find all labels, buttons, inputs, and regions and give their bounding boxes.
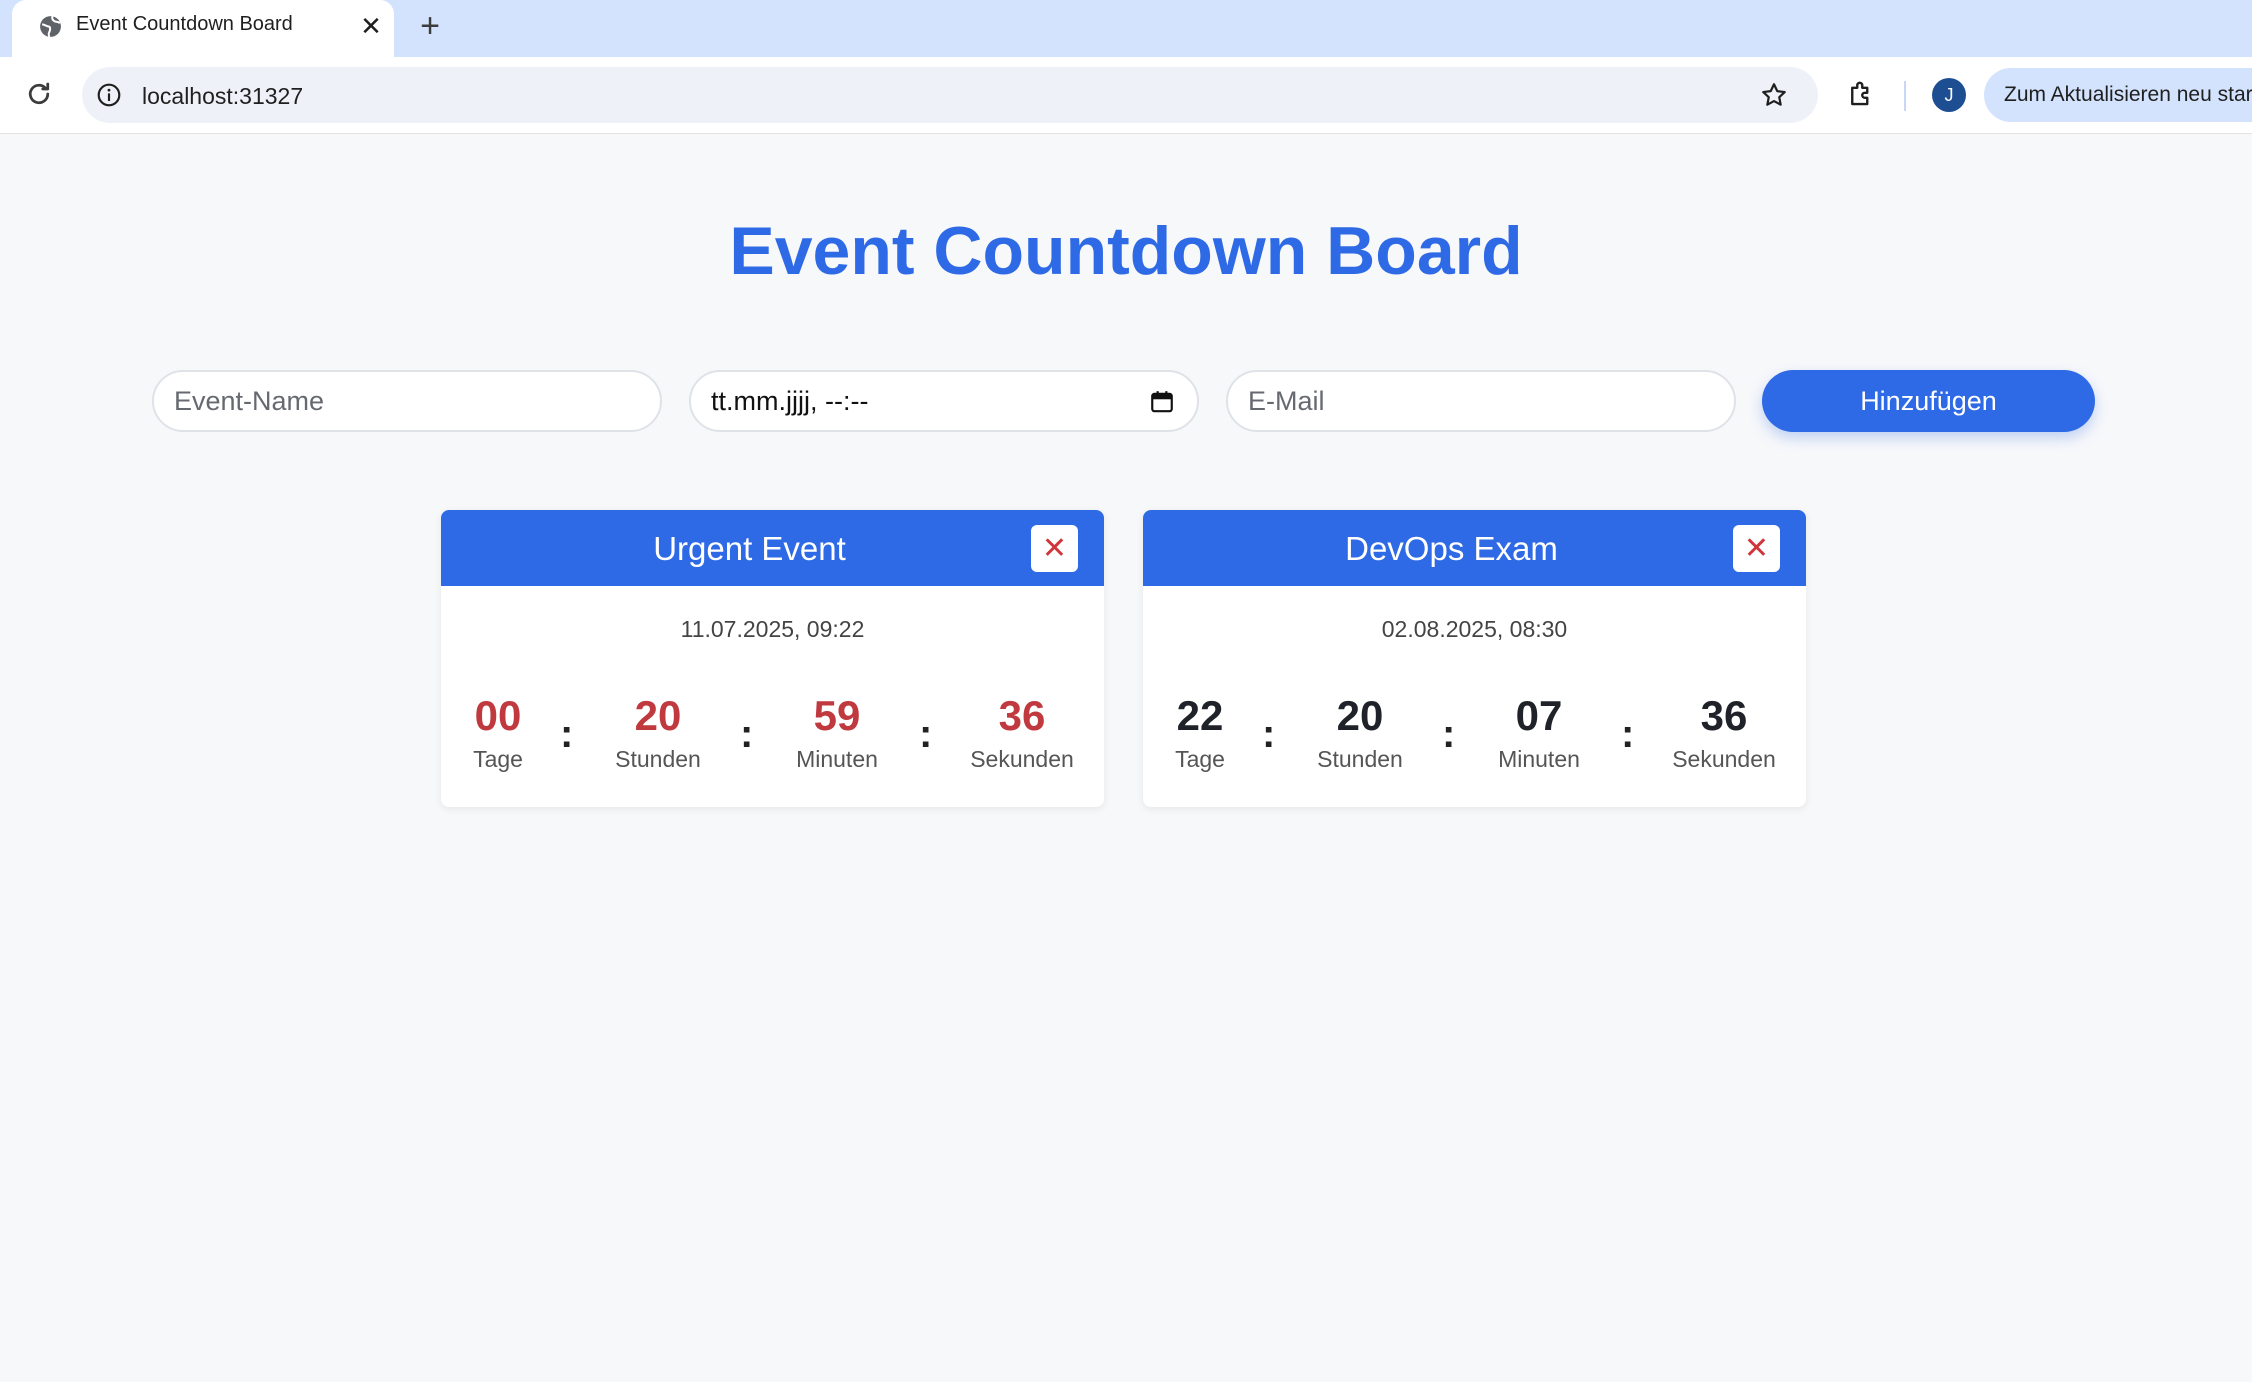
browser-tab[interactable]: Event Countdown Board ✕ bbox=[12, 0, 394, 57]
countdown-days: 22 Tage bbox=[1155, 692, 1245, 773]
days-label: Tage bbox=[473, 746, 523, 772]
remove-event-button[interactable]: ✕ bbox=[1031, 525, 1078, 572]
browser-toolbar: localhost:31327 J Zum Aktualisieren neu … bbox=[0, 57, 2252, 134]
update-label: Zum Aktualisieren neu starten bbox=[2004, 83, 2252, 106]
days-value: 00 bbox=[474, 692, 522, 739]
countdown-seconds: 36 Sekunden bbox=[1654, 692, 1794, 773]
event-card: Urgent Event ✕ 11.07.2025, 09:22 00 Tage… bbox=[441, 510, 1104, 807]
event-datetime-input[interactable]: tt.mm.jjjj, --:-- bbox=[689, 370, 1199, 432]
hours-value: 20 bbox=[634, 692, 682, 739]
email-placeholder: E-Mail bbox=[1248, 385, 1325, 416]
minutes-value: 07 bbox=[1515, 692, 1563, 739]
bookmark-star-icon[interactable] bbox=[1760, 81, 1788, 109]
event-card: DevOps Exam ✕ 02.08.2025, 08:30 22 Tage … bbox=[1143, 510, 1806, 807]
new-tab-button[interactable]: + bbox=[410, 6, 450, 46]
event-title: Urgent Event bbox=[653, 530, 846, 567]
address-bar[interactable]: localhost:31327 bbox=[82, 67, 1818, 123]
colon-separator: : bbox=[919, 712, 933, 756]
url-text[interactable]: localhost:31327 bbox=[142, 83, 303, 110]
calendar-icon[interactable] bbox=[1149, 389, 1175, 415]
countdown-days: 00 Tage bbox=[453, 692, 543, 773]
extensions-icon[interactable] bbox=[1846, 79, 1876, 109]
card-header: DevOps Exam ✕ bbox=[1143, 510, 1806, 586]
reload-icon[interactable] bbox=[24, 79, 54, 109]
days-value: 22 bbox=[1176, 692, 1224, 739]
seconds-label: Sekunden bbox=[970, 746, 1074, 772]
add-event-button[interactable]: Hinzufügen bbox=[1762, 370, 2095, 432]
colon-separator: : bbox=[1442, 712, 1456, 756]
remove-event-button[interactable]: ✕ bbox=[1733, 525, 1780, 572]
countdown-hours: 20 Stunden bbox=[1295, 692, 1425, 773]
colon-separator: : bbox=[1262, 712, 1276, 756]
info-icon[interactable] bbox=[96, 82, 122, 108]
days-label: Tage bbox=[1175, 746, 1225, 772]
minutes-value: 59 bbox=[813, 692, 861, 739]
tab-close-icon[interactable]: ✕ bbox=[357, 12, 385, 40]
profile-avatar[interactable]: J bbox=[1932, 78, 1966, 112]
tab-title: Event Countdown Board bbox=[76, 13, 293, 35]
email-input[interactable]: E-Mail bbox=[1226, 370, 1736, 432]
globe-icon bbox=[40, 15, 61, 38]
page-title: Event Countdown Board bbox=[729, 213, 1523, 289]
seconds-value: 36 bbox=[1700, 692, 1748, 739]
colon-separator: : bbox=[560, 712, 574, 756]
colon-separator: : bbox=[740, 712, 754, 756]
toolbar-divider bbox=[1904, 81, 1906, 111]
colon-separator: : bbox=[1621, 712, 1635, 756]
countdown-minutes: 07 Minuten bbox=[1474, 692, 1604, 773]
hours-label: Stunden bbox=[615, 746, 701, 772]
event-name-placeholder: Event-Name bbox=[174, 385, 325, 416]
minutes-label: Minuten bbox=[796, 746, 878, 772]
countdown-seconds: 36 Sekunden bbox=[952, 692, 1092, 773]
tab-strip: Event Countdown Board ✕ + bbox=[0, 0, 2252, 57]
hours-value: 20 bbox=[1336, 692, 1384, 739]
card-header: Urgent Event ✕ bbox=[441, 510, 1104, 586]
event-datetime-value: tt.mm.jjjj, --:-- bbox=[711, 385, 869, 416]
hours-label: Stunden bbox=[1317, 746, 1403, 772]
countdown-minutes: 59 Minuten bbox=[772, 692, 902, 773]
seconds-value: 36 bbox=[998, 692, 1046, 739]
event-name-input[interactable]: Event-Name bbox=[152, 370, 662, 432]
event-date: 02.08.2025, 08:30 bbox=[1381, 616, 1568, 642]
seconds-label: Sekunden bbox=[1672, 746, 1776, 772]
countdown-hours: 20 Stunden bbox=[593, 692, 723, 773]
minutes-label: Minuten bbox=[1498, 746, 1580, 772]
update-button[interactable]: Zum Aktualisieren neu starten bbox=[1984, 68, 2252, 122]
event-title: DevOps Exam bbox=[1345, 530, 1558, 567]
event-date: 11.07.2025, 09:22 bbox=[680, 616, 865, 642]
